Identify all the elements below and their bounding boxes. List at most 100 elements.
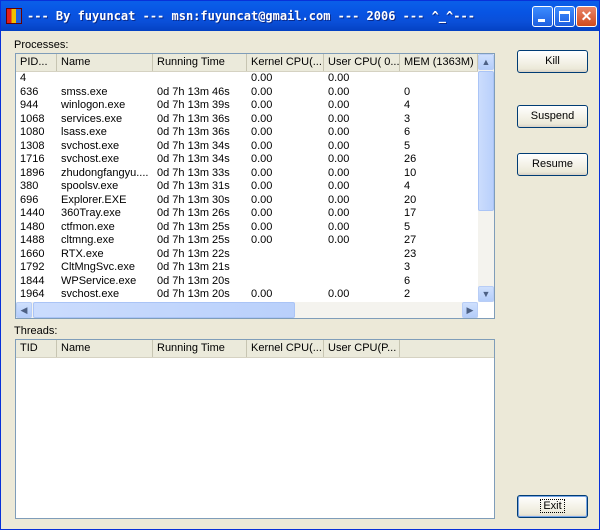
- table-row[interactable]: 1480ctfmon.exe0d 7h 13m 25s0.000.0051: [16, 220, 494, 235]
- table-cell: 0.00: [328, 72, 350, 84]
- process-column-header[interactable]: MEM (1363M): [400, 54, 478, 71]
- close-button[interactable]: ✕: [576, 6, 597, 27]
- title-bar[interactable]: --- By fuyuncat --- msn:fuyuncat@gmail.c…: [1, 1, 599, 31]
- table-cell: 27: [404, 234, 417, 246]
- table-row[interactable]: 1964svchost.exe0d 7h 13m 20s0.000.0021: [16, 288, 494, 302]
- table-row[interactable]: 1440360Tray.exe0d 7h 13m 26s0.000.001763: [16, 207, 494, 221]
- table-cell: 0.00: [251, 153, 273, 165]
- table-row[interactable]: 380spoolsv.exe0d 7h 13m 31s0.000.0043: [16, 180, 494, 194]
- thread-column-header[interactable]: TID: [16, 340, 57, 357]
- table-row[interactable]: 4 0.00 0.00: [16, 72, 494, 86]
- table-cell: 0.00: [328, 288, 350, 300]
- table-cell: [247, 248, 324, 262]
- table-cell: 0d 7h 13m 20s: [157, 274, 230, 287]
- table-cell: 0d 7h 13m 21s: [157, 261, 230, 273]
- thread-column-header[interactable]: Kernel CPU(...: [247, 340, 324, 357]
- minimize-button[interactable]: [532, 6, 553, 27]
- table-cell: 17: [404, 207, 417, 219]
- scroll-right-icon[interactable]: ▶: [462, 302, 478, 318]
- table-cell: 0.00: [328, 193, 350, 206]
- table-cell: 26: [404, 153, 417, 165]
- table-cell: 0d 7h 13m 30s: [157, 193, 230, 206]
- table-cell: 0.00: [328, 166, 350, 179]
- thread-column-header[interactable]: Name: [57, 340, 153, 357]
- table-cell: 0d 7h 13m 22s: [157, 247, 230, 260]
- table-cell: 0.00: [328, 180, 350, 192]
- table-cell: 0.00: [328, 153, 350, 165]
- table-cell: lsass.exe: [61, 126, 107, 138]
- table-cell: 3: [404, 112, 411, 125]
- table-cell: 6: [404, 126, 411, 138]
- table-row[interactable]: 1068services.exe0d 7h 13m 36s0.000.0031: [16, 112, 494, 127]
- table-cell: Explorer.EXE: [61, 193, 127, 206]
- table-cell: 0d 7h 13m 36s: [157, 126, 230, 138]
- app-window: --- By fuyuncat --- msn:fuyuncat@gmail.c…: [0, 0, 600, 530]
- table-cell: 1660: [20, 247, 45, 260]
- table-cell: 696: [20, 193, 39, 206]
- processes-vertical-scroll-thumb[interactable]: [478, 71, 494, 211]
- processes-horizontal-scroll-thumb[interactable]: [33, 302, 295, 318]
- table-cell: spoolsv.exe: [61, 180, 119, 192]
- table-row[interactable]: 696Explorer.EXE0d 7h 13m 30s0.000.002026: [16, 193, 494, 208]
- table-cell: [153, 72, 247, 86]
- table-cell: 0.00: [328, 112, 350, 125]
- table-cell: svchost.exe: [61, 288, 120, 300]
- table-cell: [247, 261, 324, 275]
- table-row[interactable]: 1844WPService.exe0d 7h 13m 20s61: [16, 274, 494, 289]
- table-cell: CltMngSvc.exe: [61, 261, 135, 273]
- table-cell: WPService.exe: [61, 274, 137, 287]
- suspend-button[interactable]: Suspend: [517, 105, 588, 128]
- threads-list[interactable]: TID Name Running Time Kernel CPU(... User CP…: [15, 339, 495, 519]
- resume-button[interactable]: Resume: [517, 153, 588, 176]
- table-row[interactable]: 944winlogon.exe0d 7h 13m 39s0.000.0045: [16, 99, 494, 113]
- table-cell: 0.00: [251, 288, 273, 300]
- table-row[interactable]: 1488cltmng.exe0d 7h 13m 25s0.000.002719: [16, 234, 494, 248]
- exit-button[interactable]: Exit: [517, 495, 588, 518]
- table-cell: 0.00: [251, 166, 273, 179]
- thread-column-header[interactable]: Running Time: [153, 340, 247, 357]
- table-cell: 0d 7h 13m 36s: [157, 112, 230, 125]
- table-row[interactable]: 1896 zhudongfangyu.... 0d 7h 13m 33s 0.00 0.…: [16, 166, 494, 181]
- table-row[interactable]: 1660RTX.exe0d 7h 13m 22s2350: [16, 247, 494, 262]
- table-cell: RTX.exe: [61, 247, 104, 260]
- scroll-down-icon[interactable]: ▼: [478, 286, 494, 302]
- process-column-header[interactable]: PID...: [16, 54, 57, 71]
- table-cell: zhudongfangyu....: [61, 166, 149, 179]
- processes-list[interactable]: PID... Name Running Time Kernel CPU(... User…: [15, 53, 495, 319]
- threads-label: Threads:: [14, 325, 58, 337]
- table-cell: 0.00: [328, 234, 350, 246]
- maximize-icon: [559, 11, 570, 22]
- process-column-header[interactable]: User CPU( 0...: [324, 54, 400, 71]
- processes-label: Processes:: [14, 39, 69, 51]
- table-cell: 1480: [20, 220, 45, 233]
- table-row[interactable]: 636smss.exe0d 7h 13m 46s0.000.0000: [16, 85, 494, 100]
- table-cell: 1488: [20, 234, 45, 246]
- processes-vertical-scrollbar[interactable]: ▲ ▼: [478, 54, 494, 302]
- app-icon[interactable]: [6, 8, 22, 24]
- table-cell: [57, 72, 153, 86]
- table-row[interactable]: 1080lsass.exe0d 7h 13m 36s0.000.0062: [16, 126, 494, 140]
- table-cell: 0.00: [251, 112, 273, 125]
- table-row[interactable]: 1308svchost.exe0d 7h 13m 34s0.000.0052: [16, 140, 494, 154]
- table-row[interactable]: 1716svchost.exe0d 7h 13m 34s0.000.002615: [16, 153, 494, 167]
- process-column-header[interactable]: Name: [57, 54, 153, 71]
- table-cell: 0.00: [251, 234, 273, 246]
- process-column-header[interactable]: Running Time: [153, 54, 247, 71]
- table-cell: 944: [20, 99, 39, 111]
- scroll-left-icon[interactable]: ◀: [16, 302, 32, 318]
- table-cell: 0d 7h 13m 20s: [157, 288, 230, 300]
- exit-button-label: Exit: [540, 499, 565, 513]
- table-cell: 6: [404, 274, 411, 287]
- table-cell: 380: [20, 180, 39, 192]
- process-column-header[interactable]: Kernel CPU(...: [247, 54, 324, 71]
- table-cell: 0.00: [251, 85, 273, 98]
- maximize-button[interactable]: [554, 6, 575, 27]
- table-cell: 636: [20, 85, 39, 98]
- table-cell: smss.exe: [61, 85, 108, 98]
- scroll-up-icon[interactable]: ▲: [478, 54, 494, 70]
- kill-button[interactable]: Kill: [517, 50, 588, 73]
- processes-horizontal-scrollbar[interactable]: ◀ ▶: [16, 302, 478, 318]
- table-cell: 0.00: [328, 85, 350, 98]
- thread-column-header[interactable]: User CPU(P...: [324, 340, 400, 357]
- table-row[interactable]: 1792CltMngSvc.exe0d 7h 13m 21s31: [16, 261, 494, 275]
